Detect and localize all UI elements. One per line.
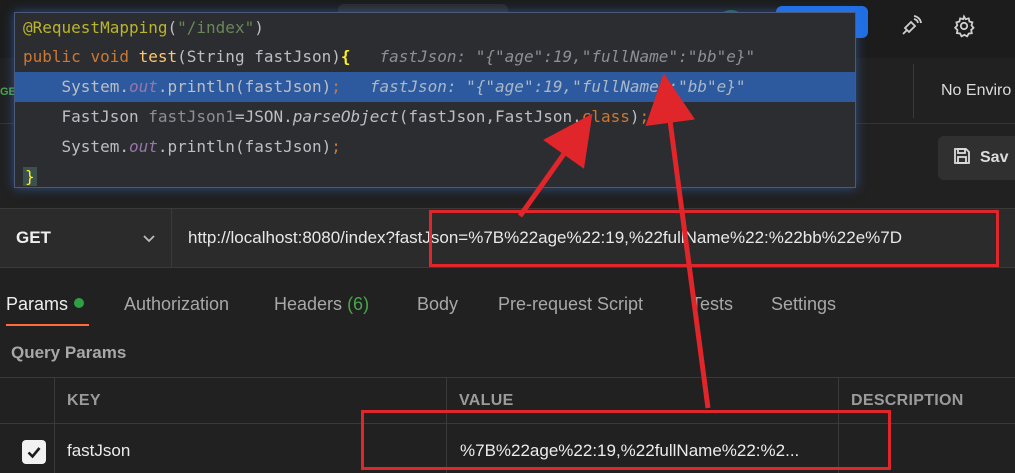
- save-button-label: Sav: [980, 149, 1009, 166]
- request-tabs: Params Authorization Headers (6) Body Pr…: [0, 284, 1015, 330]
- url-query-highlight-box: [429, 210, 999, 267]
- debugger-code-popup: @RequestMapping("/index") public void te…: [14, 12, 856, 188]
- save-button[interactable]: Sav: [938, 136, 1015, 180]
- gear-icon[interactable]: [948, 10, 980, 42]
- tab-settings[interactable]: Settings: [771, 294, 836, 315]
- tab-params-label: Params: [6, 294, 69, 314]
- tab-pre-request-script[interactable]: Pre-request Script: [498, 294, 643, 315]
- column-description: DESCRIPTION: [851, 392, 964, 409]
- tab-tests[interactable]: Tests: [691, 294, 733, 315]
- tab-headers[interactable]: Headers (6): [274, 294, 369, 315]
- headers-count: (6): [347, 294, 370, 314]
- method-label: GET: [16, 228, 51, 247]
- row-checkbox[interactable]: [22, 440, 46, 464]
- divider: [913, 64, 914, 118]
- code-line-4: FastJson fastJson1=JSON.parseObject(fast…: [61, 107, 650, 126]
- column-value: VALUE: [459, 392, 514, 409]
- chevron-down-icon: [141, 230, 157, 251]
- code-line-3-current: System.out.println(fastJson); fastJson: …: [15, 72, 855, 102]
- active-tab-indicator: [6, 324, 89, 326]
- code-line-2: public void test(String fastJson){ fastJ…: [23, 47, 756, 66]
- query-params-title: Query Params: [11, 343, 127, 362]
- param-value-highlight-box: [361, 410, 891, 470]
- tab-headers-label: Headers: [274, 294, 343, 314]
- code-line-1: @RequestMapping("/index"): [23, 18, 264, 37]
- check-icon: [27, 447, 41, 459]
- param-key[interactable]: fastJson: [67, 441, 130, 461]
- code-line-6: }: [23, 167, 37, 186]
- save-icon: [952, 146, 972, 171]
- tab-params[interactable]: Params: [6, 294, 85, 315]
- tab-body[interactable]: Body: [417, 294, 458, 315]
- tab-authorization[interactable]: Authorization: [124, 294, 229, 315]
- column-key: KEY: [67, 392, 101, 409]
- environment-select[interactable]: No Enviro: [941, 82, 1011, 100]
- code-line-5: System.out.println(fastJson);: [61, 137, 341, 156]
- method-select[interactable]: GET: [0, 209, 172, 267]
- satellite-icon[interactable]: [895, 10, 927, 42]
- params-active-dot: [74, 298, 85, 308]
